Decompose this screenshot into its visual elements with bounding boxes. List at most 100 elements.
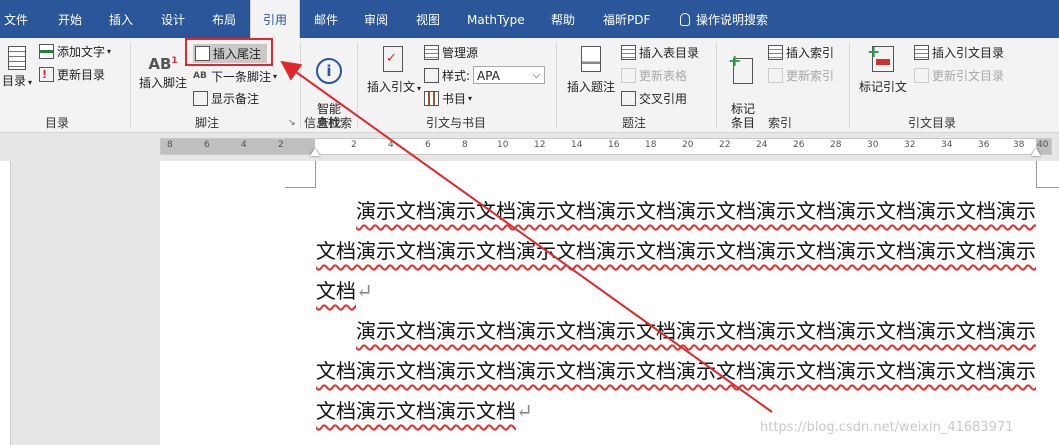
ruler-number: 2 [278,140,284,150]
group-label-toa: 引文目录 [908,116,957,130]
insert-toa-icon [914,45,929,60]
update-toc-button[interactable]: ! 更新目录 [39,66,105,83]
tab-home[interactable]: 开始 [58,0,82,38]
ruler-number: 14 [571,140,583,150]
mark-entry-button[interactable]: + 标记 条目 [726,44,760,131]
ruler-number: 6 [204,140,210,150]
chevron-down-icon: ⌵ [532,70,541,81]
tab-help[interactable]: 帮助 [551,0,575,38]
table-of-figures-icon [621,45,636,60]
insert-table-of-figures-button[interactable]: 插入表目录 [621,44,699,61]
insert-footnote-button[interactable]: AB1 插入脚注 [138,46,188,91]
dialog-launcher-icon[interactable]: ↘ [288,118,296,128]
tab-view[interactable]: 视图 [416,0,440,38]
ruler-number: 4 [388,140,394,150]
cross-reference-icon [621,91,636,106]
bibliography-icon [424,91,439,106]
tab-foxit-pdf[interactable]: 福昕PDF [603,0,650,38]
tab-file[interactable]: 文件 [4,0,28,38]
insert-citation-icon: ✓ [383,46,403,72]
tab-insert[interactable]: 插入 [109,0,133,38]
update-index-icon [768,68,783,83]
tab-mathtype[interactable]: MathType [467,0,525,38]
margin-corner-right [1036,161,1059,188]
group-label-footnotes: 脚注 [195,116,220,130]
bibliography-button[interactable]: 书目 ▾ [424,90,472,107]
insert-caption-button[interactable]: 插入题注 [566,46,616,95]
insert-index-icon [768,45,783,60]
group-divider [130,42,131,128]
update-table-button: 更新表格 [621,67,687,84]
insert-citation-button[interactable]: ✓ 插入引文 ▾ [367,46,421,95]
margin-corner-left [285,161,316,188]
manage-sources-icon [424,45,439,60]
right-indent-marker[interactable] [1031,148,1041,156]
cross-reference-button[interactable]: 交叉引用 [621,90,687,107]
ribbon-tab-bar: 文件 开始 插入 设计 布局 引用 邮件 审阅 视图 MathType 帮助 福… [0,0,1059,38]
update-toc-icon: ! [39,67,54,82]
citation-style-select[interactable]: APA ⌵ [473,66,546,84]
indent-marker[interactable] [310,148,320,156]
vertical-ruler[interactable] [0,161,11,445]
ruler-number: 24 [756,140,768,150]
insert-index-button[interactable]: 插入索引 [768,44,834,61]
next-footnote-button[interactable]: AB 下一条脚注 ▾ [193,68,277,85]
ruler-number: 30 [867,140,879,150]
update-table-icon [621,68,636,83]
group-label-toc: 目录 [45,116,70,130]
ruler-number: 8 [462,140,468,150]
insert-toa-button[interactable]: 插入引文目录 [914,44,1004,61]
ribbon-references: 目录 ▾ 添加文字 ▾ ! 更新目录 目录 AB1 插入脚注 插入尾注 AB 下一条脚注… [0,38,1059,133]
group-divider [716,42,717,128]
ruler-number: 10 [497,140,509,150]
toc-button[interactable]: 目录 ▾ [2,46,32,89]
group-divider [556,42,557,128]
style-icon [424,67,439,83]
ruler-number: 34 [941,140,953,150]
show-notes-button[interactable]: 显示备注 [193,90,259,107]
update-index-button: 更新索引 [768,67,834,84]
group-divider [849,42,850,128]
tab-review[interactable]: 审阅 [364,0,388,38]
tell-me-search[interactable]: 操作说明搜索 [680,0,768,38]
document-paragraph[interactable]: 演示文档演示文档演示文档演示文档演示文档演示文档演示文档演示文档演示文档演示文档… [316,191,1036,311]
group-label-research: 信息检索 [304,116,353,130]
ruler-number: 16 [608,140,620,150]
group-label-captions: 题注 [622,116,647,130]
group-label-citations: 引文与书目 [426,116,487,130]
ruler-number: 22 [719,140,731,150]
ruler-left-margin [161,139,315,154]
footnote-ab-icon: AB1 [148,55,178,73]
group-divider [300,42,301,128]
tab-design[interactable]: 设计 [161,0,185,38]
tab-mailings[interactable]: 邮件 [314,0,338,38]
group-label-index: 索引 [768,116,793,130]
ruler-number: 28 [830,140,842,150]
manage-sources-button[interactable]: 管理源 [424,44,478,61]
smart-lookup-icon: i [316,58,342,84]
ruler-number: 26 [793,140,805,150]
lightbulb-icon [680,13,690,26]
tab-layout[interactable]: 布局 [212,0,236,38]
group-divider [357,42,358,128]
ruler-number: 8 [167,140,173,150]
horizontal-ruler[interactable]: 8 6 4 2 2 4 6 8 10 12 14 16 18 20 22 24 … [0,133,1059,161]
ruler-number: 36 [978,140,990,150]
ruler-number: 20 [682,140,694,150]
add-text-button[interactable]: 添加文字 ▾ [39,43,111,60]
ruler-number: 12 [534,140,546,150]
highlight-box [185,38,273,66]
next-footnote-icon: AB [193,71,207,81]
ruler-number: 4 [241,140,247,150]
ruler-number: 38 [1013,140,1025,150]
ruler-bar: 8 6 4 2 2 4 6 8 10 12 14 16 18 20 22 24 … [160,138,1052,155]
ruler-number: 32 [904,140,916,150]
tab-references[interactable]: 引用 [250,0,300,38]
ruler-number: 18 [645,140,657,150]
document-paragraph[interactable]: 演示文档演示文档演示文档演示文档演示文档演示文档演示文档演示文档演示文档演示文档… [316,311,1036,431]
mark-citation-button[interactable]: + 标记引文 [856,42,910,95]
ruler-number: 6 [425,140,431,150]
add-text-icon [39,44,54,59]
show-notes-icon [193,91,208,106]
ruler-number: 2 [351,140,357,150]
